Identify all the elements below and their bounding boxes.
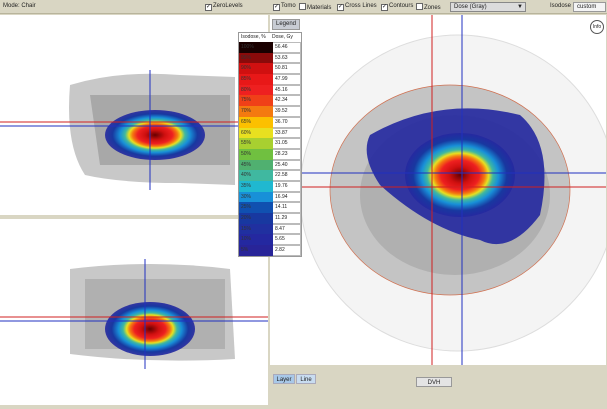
legend-swatch: 75%	[239, 95, 273, 107]
isodose-label: Isodose	[550, 3, 572, 9]
legend-row: 80% 45.16	[239, 84, 301, 96]
legend-col-dose: Dose, Gy	[272, 34, 293, 40]
zero-levels-checkbox[interactable]: ✓ ZeroLevels	[205, 3, 243, 11]
legend-dose: 31.05	[273, 138, 301, 149]
legend-swatch: 65%	[239, 116, 273, 128]
line-button[interactable]: Line	[296, 374, 316, 384]
legend-swatch: 95%	[239, 52, 273, 64]
legend-row: 50% 28.23	[239, 148, 301, 160]
legend-dose: 36.70	[273, 116, 301, 128]
legend-dose: 42.34	[273, 95, 301, 107]
legend-swatch: 15%	[239, 223, 273, 235]
legend-dose: 8.47	[273, 223, 301, 235]
legend-dose: 45.16	[273, 84, 301, 96]
dropdown-arrow-icon: ▼	[517, 4, 523, 10]
legend-row: 60% 33.87	[239, 127, 301, 139]
legend-dose: 53.63	[273, 52, 301, 64]
legend-dose: 11.29	[273, 213, 301, 224]
layer-button[interactable]: Layer	[273, 374, 295, 384]
legend-dose: 56.46	[273, 42, 301, 53]
legend-swatch: 80%	[239, 84, 273, 96]
legend-row: 75% 42.34	[239, 95, 301, 107]
legend-swatch: 20%	[239, 213, 273, 224]
legend-row: 15% 8.47	[239, 223, 301, 235]
legend-row: 10% 5.65	[239, 234, 301, 246]
legend-row: 30% 16.94	[239, 191, 301, 203]
legend-col-isodose: Isodose, %	[241, 34, 266, 40]
legend-swatch: 40%	[239, 170, 273, 181]
legend-row: 25% 14.11	[239, 202, 301, 213]
legend-swatch: 45%	[239, 159, 273, 171]
legend-row: 35% 19.76	[239, 180, 301, 192]
legend-dose: 22.58	[273, 170, 301, 181]
legend-swatch: 30%	[239, 191, 273, 203]
legend-swatch: 10%	[239, 234, 273, 246]
isodose-input[interactable]: custom	[573, 2, 606, 12]
legend-row: 20% 11.29	[239, 213, 301, 224]
legend-row: 90% 50.81	[239, 63, 301, 75]
legend-row: 65% 36.70	[239, 116, 301, 128]
dvh-button[interactable]: DVH	[416, 377, 452, 387]
materials-checkbox[interactable]: Materials	[299, 3, 331, 11]
legend-row: 70% 39.52	[239, 106, 301, 117]
legend-dose: 50.81	[273, 63, 301, 75]
zones-checkbox[interactable]: Zones	[416, 3, 441, 11]
sagittal-image	[0, 70, 268, 190]
legend-row: 85% 47.99	[239, 74, 301, 85]
legend-dose: 16.94	[273, 191, 301, 203]
legend-tab[interactable]: Legend	[272, 19, 300, 30]
info-button[interactable]: Info	[590, 20, 604, 34]
coronal-view[interactable]	[0, 219, 268, 405]
legend-row: 5% 2.82	[239, 245, 301, 256]
legend-row: 100% 56.46	[239, 42, 301, 53]
sagittal-view[interactable]	[0, 15, 268, 215]
coronal-image	[0, 259, 268, 369]
legend-swatch: 60%	[239, 127, 273, 139]
legend-dose: 28.23	[273, 148, 301, 160]
legend-swatch: 35%	[239, 180, 273, 192]
legend-dose: 25.40	[273, 159, 301, 171]
legend-dose: 2.82	[273, 245, 301, 256]
legend-row: 55% 31.05	[239, 138, 301, 149]
axial-view[interactable]	[270, 15, 606, 365]
legend-row: 45% 25.40	[239, 159, 301, 171]
mode-label: Mode: Chair	[3, 3, 36, 9]
legend-row: 95% 53.63	[239, 52, 301, 64]
legend-swatch: 25%	[239, 202, 273, 213]
display-select[interactable]: Dose (Gray) ▼	[450, 2, 526, 12]
legend-row: 40% 22.58	[239, 170, 301, 181]
legend-swatch: 55%	[239, 138, 273, 149]
cross-lines-checkbox[interactable]: ✓ Cross Lines	[337, 3, 377, 11]
legend-swatch: 50%	[239, 148, 273, 160]
legend-dose: 5.65	[273, 234, 301, 246]
legend-swatch: 70%	[239, 106, 273, 117]
legend-swatch: 85%	[239, 74, 273, 85]
legend-dose: 47.99	[273, 74, 301, 85]
contours-checkbox[interactable]: ✓ Contours	[381, 3, 413, 11]
legend-swatch: 90%	[239, 63, 273, 75]
toolbar: Mode: Chair ✓ ZeroLevels ✓ Tomo Materials …	[0, 0, 607, 14]
axial-image	[270, 15, 606, 365]
isodose-legend: Isodose, % Dose, Gy 100% 56.46 95% 53.63 90% 5…	[238, 32, 302, 257]
legend-dose: 33.87	[273, 127, 301, 139]
legend-dose: 19.76	[273, 180, 301, 192]
legend-dose: 39.52	[273, 106, 301, 117]
legend-swatch: 5%	[239, 245, 273, 256]
legend-dose: 14.11	[273, 202, 301, 213]
tomo-checkbox[interactable]: ✓ Tomo	[273, 3, 296, 11]
legend-swatch: 100%	[239, 42, 273, 53]
